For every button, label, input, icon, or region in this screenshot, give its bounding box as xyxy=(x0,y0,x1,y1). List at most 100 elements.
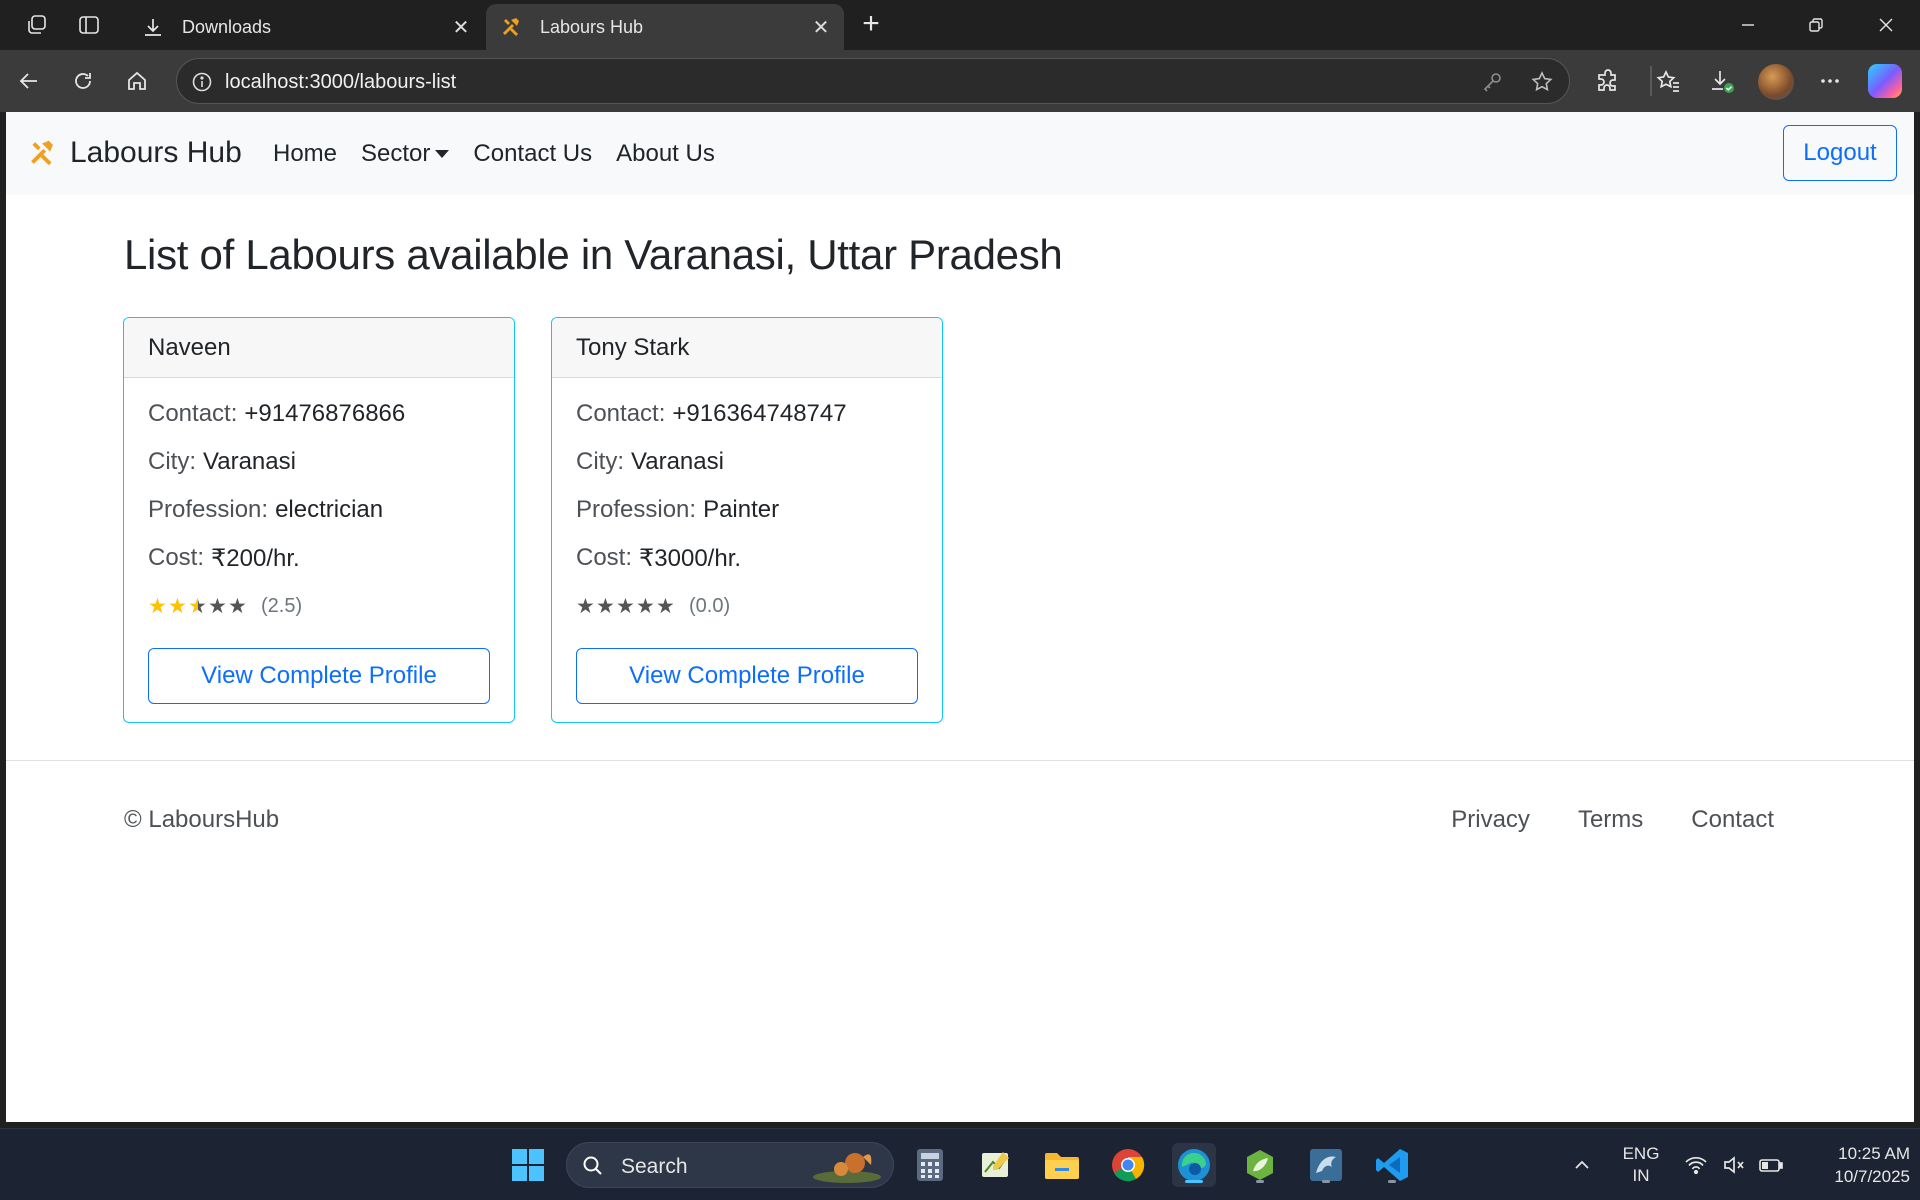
more-options-icon[interactable] xyxy=(1812,63,1848,99)
battery-icon[interactable] xyxy=(1758,1129,1784,1200)
brand-name: Labours Hub xyxy=(70,136,242,169)
sketch-app-icon[interactable] xyxy=(974,1143,1018,1187)
rating-value: (2.5) xyxy=(261,594,303,617)
calculator-icon[interactable] xyxy=(908,1143,952,1187)
star-icon: ★ xyxy=(148,594,167,618)
copyright-text: © LaboursHub xyxy=(124,806,280,833)
tools-icon xyxy=(498,14,524,40)
search-placeholder: Search xyxy=(621,1155,688,1178)
star-icon: ★ xyxy=(208,594,227,618)
city-row: City: Varanasi xyxy=(576,438,918,486)
rating: ★ ★ ★ ★ ★ (0.0) xyxy=(576,582,918,630)
key-icon[interactable] xyxy=(1479,69,1505,95)
profession-label: Profession: xyxy=(576,496,697,523)
favorite-star-icon[interactable] xyxy=(1529,69,1555,95)
mysql-workbench-icon[interactable] xyxy=(1304,1143,1348,1187)
site-footer: © LaboursHub Privacy Terms Contact xyxy=(6,761,1914,901)
cost-row: Cost: ₹3000/hr. xyxy=(576,534,918,582)
site-info-icon[interactable] xyxy=(189,69,215,95)
copilot-icon[interactable] xyxy=(1868,64,1902,98)
logout-button[interactable]: Logout xyxy=(1783,125,1897,181)
file-explorer-icon[interactable] xyxy=(1040,1143,1084,1187)
minimize-icon[interactable] xyxy=(1728,8,1768,42)
view-profile-button[interactable]: View Complete Profile xyxy=(148,648,490,704)
running-indicator xyxy=(1322,1180,1330,1183)
site-navbar: Labours Hub Home Sector Contact Us About… xyxy=(6,112,1914,195)
footer-privacy-link[interactable]: Privacy xyxy=(1451,806,1530,834)
city-value: Varanasi xyxy=(631,448,724,475)
wifi-icon[interactable] xyxy=(1684,1129,1708,1200)
tools-icon xyxy=(26,137,58,169)
browser-toolbar: localhost:3000/labours-list xyxy=(0,50,1920,112)
star-icon: ★ xyxy=(576,594,595,618)
favorites-icon[interactable] xyxy=(1650,63,1686,99)
profession-value: electrician xyxy=(275,496,384,523)
close-window-icon[interactable] xyxy=(1866,8,1906,42)
language-code: ENG xyxy=(1622,1144,1660,1163)
card-body: Contact: +91476876866 City: Varanasi Pro… xyxy=(124,390,514,704)
clock-time: 10:25 AM xyxy=(1838,1144,1910,1163)
new-tab-button[interactable]: + xyxy=(856,9,886,40)
edge-icon[interactable] xyxy=(1172,1143,1216,1187)
profession-row: Profession: Painter xyxy=(576,486,918,534)
downloads-icon[interactable] xyxy=(1704,63,1740,99)
language-indicator[interactable]: ENG IN xyxy=(1618,1143,1664,1187)
contact-value: +91476876866 xyxy=(244,400,406,427)
running-indicator xyxy=(1256,1180,1264,1183)
close-icon[interactable]: ✕ xyxy=(446,12,476,42)
address-bar[interactable]: localhost:3000/labours-list xyxy=(176,58,1570,104)
contact-label: Contact: xyxy=(576,400,666,427)
footer-contact-link[interactable]: Contact xyxy=(1691,806,1774,834)
contact-row: Contact: +91476876866 xyxy=(148,390,490,438)
footer-links: Privacy Terms Contact xyxy=(1403,806,1774,834)
restore-icon[interactable] xyxy=(1796,8,1836,42)
refresh-icon[interactable] xyxy=(66,64,100,98)
home-icon[interactable] xyxy=(120,64,154,98)
spring-tools-icon[interactable] xyxy=(1238,1143,1282,1187)
nav-sector-label: Sector xyxy=(361,140,431,167)
cost-row: Cost: ₹200/hr. xyxy=(148,534,490,582)
nav-about-us[interactable]: About Us xyxy=(616,140,715,168)
back-icon[interactable] xyxy=(12,64,46,98)
brand-link[interactable]: Labours Hub xyxy=(26,136,242,170)
active-indicator xyxy=(1185,1180,1203,1183)
star-icon: ★ xyxy=(656,594,675,618)
contact-value: +916364748747 xyxy=(672,400,847,427)
footer-terms-link[interactable]: Terms xyxy=(1578,806,1643,834)
contact-label: Contact: xyxy=(148,400,238,427)
system-clock[interactable]: 10:25 AM 10/7/2025 xyxy=(1790,1142,1910,1188)
nav-links: Home Sector Contact Us About Us xyxy=(273,140,739,168)
tab-downloads[interactable]: Downloads ✕ xyxy=(128,4,484,50)
volume-muted-icon[interactable] xyxy=(1722,1129,1746,1200)
page-title: List of Labours available in Varanasi, U… xyxy=(124,231,1063,278)
contact-row: Contact: +916364748747 xyxy=(576,390,918,438)
tab-labours-hub[interactable]: Labours Hub ✕ xyxy=(486,4,844,50)
tab-actions-icon[interactable] xyxy=(74,10,104,40)
view-profile-button[interactable]: View Complete Profile xyxy=(576,648,918,704)
chrome-icon[interactable] xyxy=(1106,1143,1150,1187)
windows-start-icon[interactable] xyxy=(506,1143,550,1187)
labour-card: Naveen Contact: +91476876866 City: Varan… xyxy=(123,317,515,723)
profile-avatar[interactable] xyxy=(1758,64,1794,100)
close-icon[interactable]: ✕ xyxy=(806,12,836,42)
extensions-icon[interactable] xyxy=(1590,63,1626,99)
labour-card: Tony Stark Contact: +916364748747 City: … xyxy=(551,317,943,723)
star-icon: ★ xyxy=(636,594,655,618)
vscode-icon[interactable] xyxy=(1370,1143,1414,1187)
url-text: localhost:3000/labours-list xyxy=(225,71,457,93)
star-icon: ★ xyxy=(616,594,635,618)
show-hidden-icons[interactable] xyxy=(1572,1129,1592,1200)
nav-home[interactable]: Home xyxy=(273,140,337,168)
cost-label: Cost: xyxy=(148,544,205,571)
star-icon: ★ xyxy=(228,594,247,618)
nav-contact-us[interactable]: Contact Us xyxy=(473,140,592,168)
cost-label: Cost: xyxy=(576,544,633,571)
taskbar-search[interactable]: Search xyxy=(566,1142,894,1188)
tab-title: Labours Hub xyxy=(540,16,644,37)
caret-down-icon xyxy=(435,150,450,158)
rating-stars: ★ ★ ★ ★ ★ xyxy=(148,596,248,617)
browser-tab-strip: Downloads ✕ Labours Hub ✕ + xyxy=(0,0,1920,50)
nav-sector-dropdown[interactable]: Sector xyxy=(361,140,450,168)
workspaces-icon[interactable] xyxy=(22,10,52,40)
star-icon: ★ xyxy=(168,594,187,618)
